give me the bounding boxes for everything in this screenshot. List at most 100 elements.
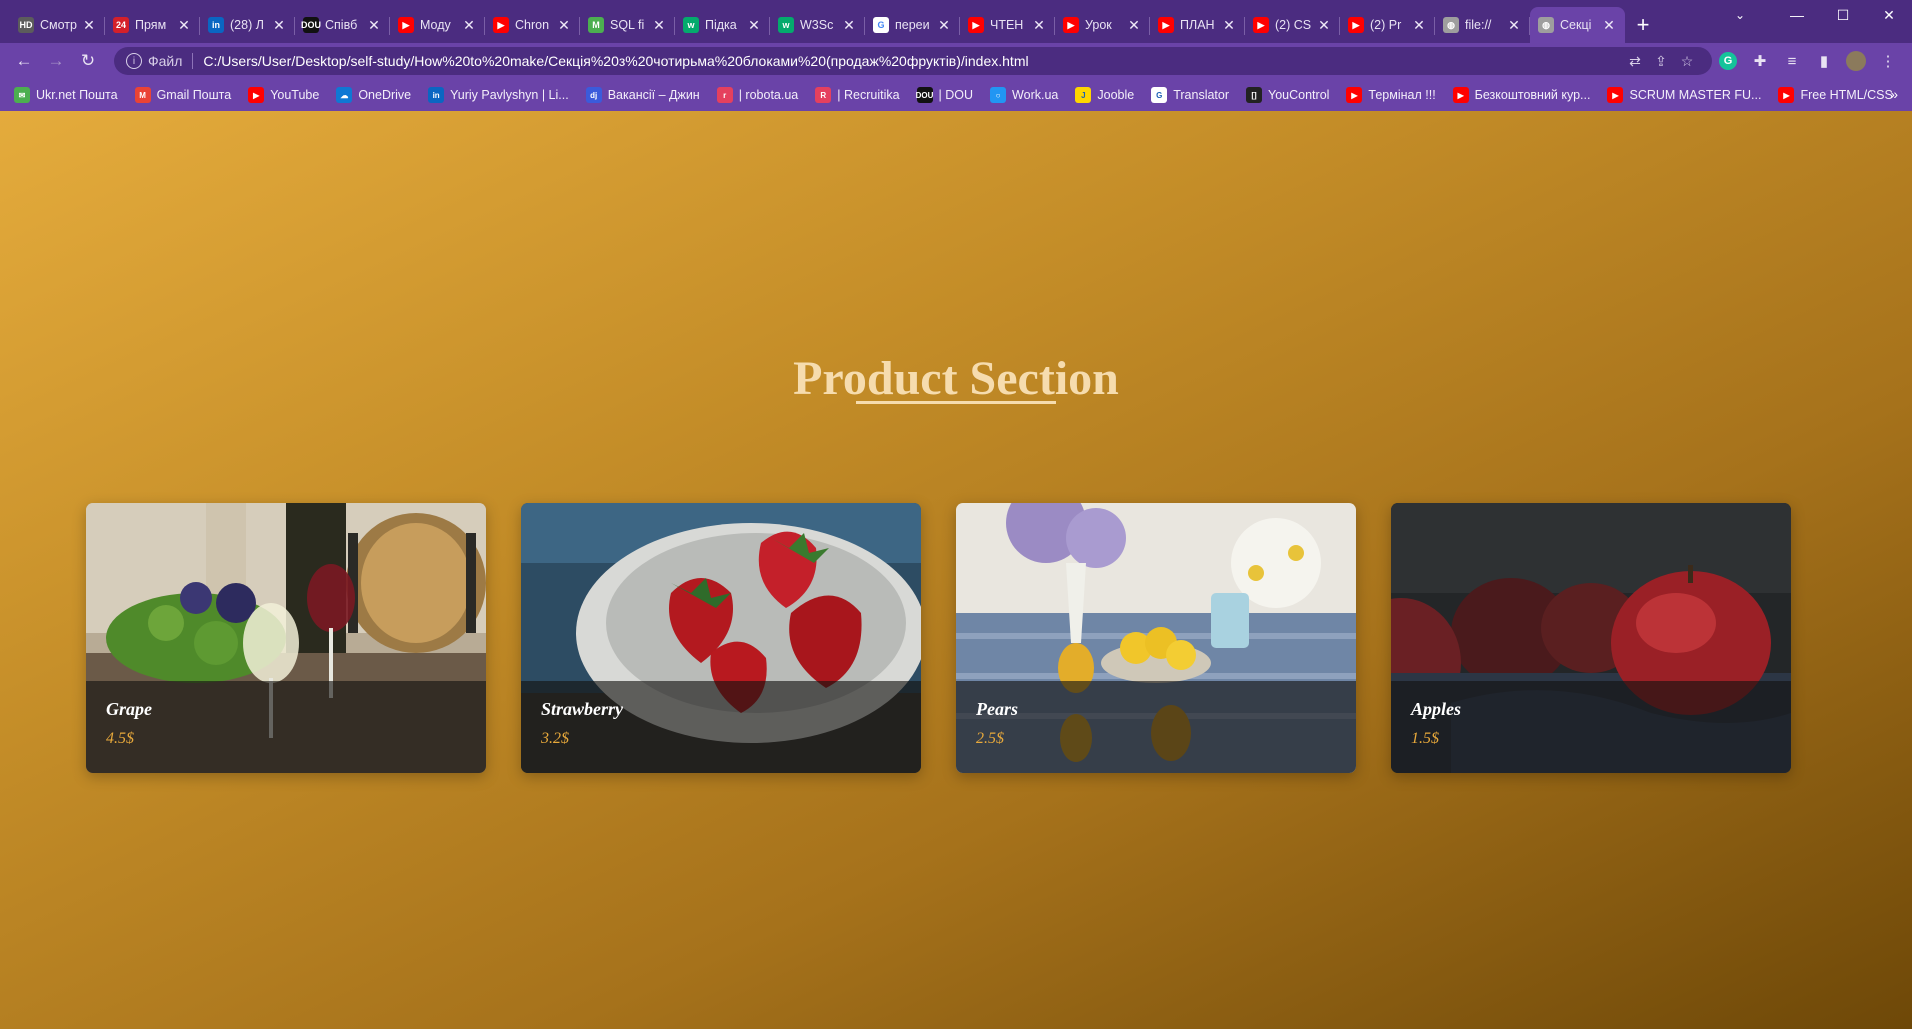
product-card-pears[interactable]: Pears 2.5$ <box>956 503 1356 773</box>
product-card-strawberry[interactable]: Strawberry 3.2$ <box>521 503 921 773</box>
dou-icon: DOU <box>301 17 321 33</box>
product-name: Strawberry <box>541 699 624 719</box>
product-card-apples[interactable]: Apples 1.5$ <box>1391 503 1791 773</box>
product-info-overlay: Grape 4.5$ <box>86 681 486 773</box>
close-tab-icon[interactable]: ✕ <box>271 17 287 34</box>
url-text[interactable]: C:/Users/User/Desktop/self-study/How%20t… <box>203 53 1622 69</box>
extensions-puzzle-icon[interactable]: ✚ <box>1744 47 1776 75</box>
site-info-icon[interactable]: i <box>126 53 142 69</box>
browser-tab[interactable]: ◍ file:// ✕ <box>1435 7 1530 43</box>
close-tab-icon[interactable]: ✕ <box>936 17 952 34</box>
close-tab-icon[interactable]: ✕ <box>1506 17 1522 34</box>
close-tab-icon[interactable]: ✕ <box>176 17 192 34</box>
bookmark-label: OneDrive <box>358 88 412 102</box>
browser-tab[interactable]: ▶ Урок ✕ <box>1055 7 1150 43</box>
youtube-icon: ▶ <box>1452 87 1469 103</box>
bookmark-label: Free HTML/CSS <box>1800 88 1893 102</box>
translate-icon[interactable]: ⇄ <box>1622 53 1648 70</box>
close-tab-icon[interactable]: ✕ <box>366 17 382 34</box>
close-tab-icon[interactable]: ✕ <box>746 17 762 34</box>
bookmark-item[interactable]: R | Recruitika <box>815 87 900 103</box>
tab-search-icon[interactable]: ⌄ <box>1720 0 1760 30</box>
close-tab-icon[interactable]: ✕ <box>1411 17 1427 34</box>
close-tab-icon[interactable]: ✕ <box>556 17 572 34</box>
bookmark-item[interactable]: ☁ OneDrive <box>336 87 411 103</box>
browser-tab[interactable]: ▶ ПЛАН ✕ <box>1150 7 1245 43</box>
share-icon[interactable]: ⇪ <box>1648 53 1674 70</box>
browser-tab[interactable]: ◍ Секці ✕ <box>1530 7 1625 43</box>
m-icon: M <box>588 17 604 33</box>
browser-tab[interactable]: ▶ (2) Pr ✕ <box>1340 7 1435 43</box>
bookmarks-overflow-icon[interactable]: » <box>1890 86 1898 102</box>
bookmark-item[interactable]: DOU | DOU <box>916 87 973 103</box>
browser-tab[interactable]: ▶ ЧТЕН ✕ <box>960 7 1055 43</box>
browser-tab[interactable]: w W3Sc ✕ <box>770 7 865 43</box>
address-bar[interactable]: i Файл C:/Users/User/Desktop/self-study/… <box>114 47 1712 75</box>
tab-title: Урок <box>1085 18 1112 32</box>
product-name: Pears <box>976 699 1018 719</box>
side-panel-icon[interactable]: ▮ <box>1808 47 1840 75</box>
bookmark-item[interactable]: [] YouControl <box>1246 87 1329 103</box>
tab-title: Смотр <box>40 18 77 32</box>
bookmark-label: Термінал !!! <box>1368 88 1436 102</box>
bookmark-item[interactable]: ▶ Безкоштовний кур... <box>1452 87 1590 103</box>
grammarly-extension-icon[interactable]: G <box>1712 47 1744 75</box>
jooble-icon: J <box>1075 87 1092 103</box>
hd-icon: HD <box>18 17 34 33</box>
minimize-icon[interactable]: — <box>1774 0 1820 30</box>
bookmark-item[interactable]: ○ Work.ua <box>990 87 1058 103</box>
bookmark-item[interactable]: ▶ YouTube <box>248 87 319 103</box>
reload-icon[interactable]: ↻ <box>72 47 104 75</box>
window-controls: — ☐ ✕ <box>1774 0 1912 30</box>
browser-tab[interactable]: Gпереи ✕ <box>865 7 960 43</box>
product-price: 4.5$ <box>106 730 134 747</box>
new-tab-button[interactable]: + <box>1625 7 1661 43</box>
browser-tab[interactable]: ▶ Chron ✕ <box>485 7 580 43</box>
menu-kebab-icon[interactable]: ⋮ <box>1872 47 1904 75</box>
browser-tab[interactable]: w Підка ✕ <box>675 7 770 43</box>
browser-tab[interactable]: DOU Співб ✕ <box>295 7 390 43</box>
maximize-icon[interactable]: ☐ <box>1820 0 1866 30</box>
w3schools-icon: w <box>778 17 794 33</box>
bookmark-item[interactable]: in Yuriy Pavlyshyn | Li... <box>428 87 569 103</box>
product-card-grape[interactable]: Grape 4.5$ <box>86 503 486 773</box>
bookmark-item[interactable]: dj Вакансії – Джин <box>585 87 700 103</box>
close-tab-icon[interactable]: ✕ <box>841 17 857 34</box>
robota-icon: r <box>716 87 733 103</box>
bookmark-item[interactable]: ✉ Ukr.net Пошта <box>14 87 118 103</box>
forward-icon[interactable]: → <box>40 47 72 75</box>
url-scheme-label: Файл <box>148 53 183 69</box>
profile-avatar[interactable] <box>1840 47 1872 75</box>
bookmarks-bar: ✉ Ukr.net Пошта M Gmail Пошта ▶ YouTube ☁ OneDr… <box>0 79 1912 111</box>
browser-tab[interactable]: ▶ Моду ✕ <box>390 7 485 43</box>
bookmark-item[interactable]: r | robota.ua <box>716 87 798 103</box>
section-title: Product Section <box>793 352 1119 405</box>
close-tab-icon[interactable]: ✕ <box>651 17 667 34</box>
tab-title: переи <box>895 18 930 32</box>
browser-tab[interactable]: 24 Прям ✕ <box>105 7 200 43</box>
close-tab-icon[interactable]: ✕ <box>1601 17 1617 34</box>
close-tab-icon[interactable]: ✕ <box>461 17 477 34</box>
workua-icon: ○ <box>990 87 1007 103</box>
close-tab-icon[interactable]: ✕ <box>1031 17 1047 34</box>
close-tab-icon[interactable]: ✕ <box>1126 17 1142 34</box>
bookmark-item[interactable]: G Translator <box>1151 87 1229 103</box>
news24-icon: 24 <box>113 17 129 33</box>
globe-icon: ◍ <box>1538 17 1554 33</box>
bookmark-item[interactable]: ▶ Free HTML/CSS <box>1778 87 1893 103</box>
browser-tab[interactable]: HD Смотр ✕ <box>10 7 105 43</box>
close-tab-icon[interactable]: ✕ <box>1316 17 1332 34</box>
browser-tab[interactable]: ▶ (2) CS ✕ <box>1245 7 1340 43</box>
close-window-icon[interactable]: ✕ <box>1866 0 1912 30</box>
bookmark-star-icon[interactable]: ☆ <box>1674 53 1700 70</box>
close-tab-icon[interactable]: ✕ <box>81 17 97 34</box>
bookmark-item[interactable]: ▶ Термінал !!! <box>1346 87 1436 103</box>
bookmark-item[interactable]: ▶ SCRUM MASTER FU... <box>1607 87 1761 103</box>
close-tab-icon[interactable]: ✕ <box>1221 17 1237 34</box>
bookmark-item[interactable]: M Gmail Пошта <box>134 87 231 103</box>
reading-list-icon[interactable]: ≡ <box>1776 47 1808 75</box>
browser-tab[interactable]: in (28) Л ✕ <box>200 7 295 43</box>
bookmark-item[interactable]: J Jooble <box>1075 87 1134 103</box>
browser-tab[interactable]: M SQL fi ✕ <box>580 7 675 43</box>
back-icon[interactable]: ← <box>8 47 40 75</box>
